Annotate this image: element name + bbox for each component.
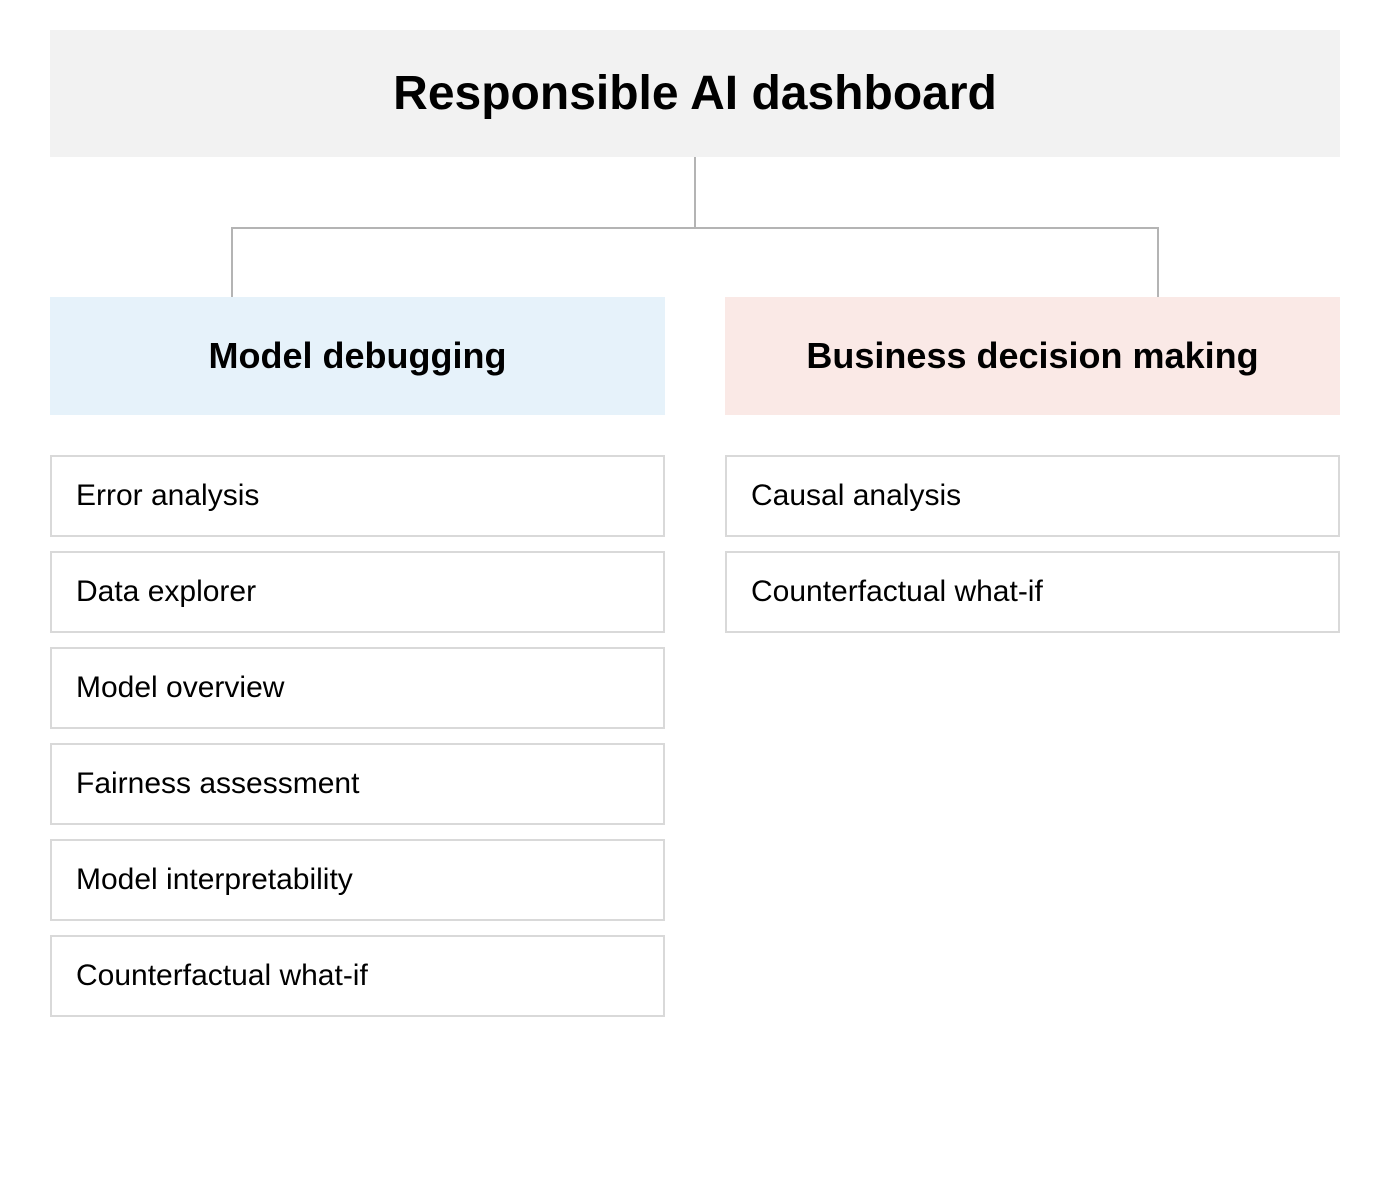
list-item: Model interpretability (50, 839, 665, 921)
list-item: Counterfactual what-if (50, 935, 665, 1017)
list-item: Model overview (50, 647, 665, 729)
connector-bar (231, 227, 1160, 229)
branch-columns: Model debugging Error analysis Data expl… (50, 297, 1340, 1017)
branch-left: Model debugging Error analysis Data expl… (50, 297, 665, 1017)
branch-right-title: Business decision making (806, 335, 1258, 376)
branch-left-items: Error analysis Data explorer Model overv… (50, 455, 665, 1017)
branch-left-header: Model debugging (50, 297, 665, 415)
list-item: Error analysis (50, 455, 665, 537)
root-title: Responsible AI dashboard (393, 67, 997, 120)
list-item: Fairness assessment (50, 743, 665, 825)
branch-right: Business decision making Causal analysis… (725, 297, 1340, 633)
connector-stem (694, 157, 696, 227)
connector-lines (50, 157, 1340, 297)
connector-drop-right (1157, 227, 1159, 297)
branch-left-title: Model debugging (209, 335, 507, 376)
branch-right-header: Business decision making (725, 297, 1340, 415)
diagram-root: Responsible AI dashboard (50, 30, 1340, 157)
branch-right-items: Causal analysis Counterfactual what-if (725, 455, 1340, 633)
list-item: Causal analysis (725, 455, 1340, 537)
connector-drop-left (231, 227, 233, 297)
list-item: Counterfactual what-if (725, 551, 1340, 633)
list-item: Data explorer (50, 551, 665, 633)
